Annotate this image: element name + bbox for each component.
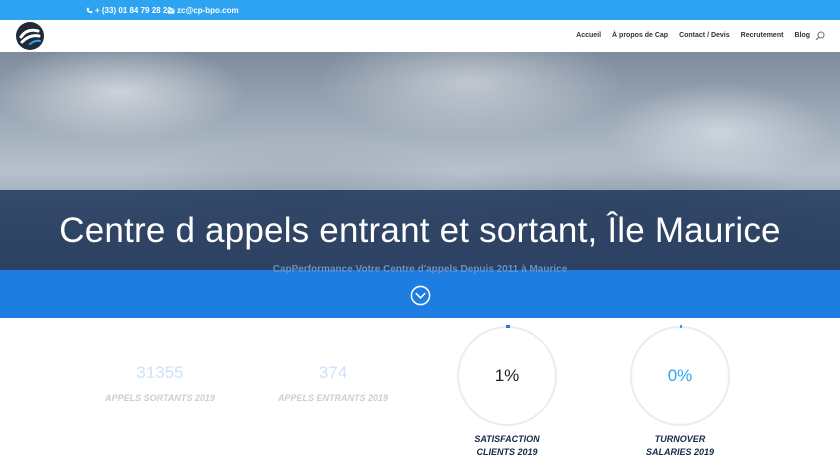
ring-satisfaction: 1% <box>457 325 557 426</box>
phone-icon <box>86 7 93 14</box>
hero-section: Centre d appels entrant et sortant, Île … <box>0 52 840 318</box>
ring-progress-marker <box>506 325 510 328</box>
ring-label-satisfaction: SATISFACTION CLIENTS 2019 <box>447 433 567 459</box>
counter-label: APPELS SORTANTS 2019 <box>105 393 215 403</box>
hero-title: Centre d appels entrant et sortant, Île … <box>59 211 781 250</box>
ring-label-line: SATISFACTION <box>474 434 540 444</box>
ring-label-turnover: TURNOVER SALARIES 2019 <box>620 433 740 459</box>
counter-value: 31355 <box>136 363 184 382</box>
nav-accueil[interactable]: Accueil <box>576 32 601 39</box>
email-address: zc@cp-bpo.com <box>177 6 239 15</box>
top-bar: + (33) 01 84 79 28 20 zc@cp-bpo.com <box>0 0 840 20</box>
counter-label: APPELS ENTRANTS 2019 <box>277 393 389 403</box>
envelope-icon <box>167 7 175 14</box>
ring-value: 0% <box>667 366 693 385</box>
stats-section: 31355 APPELS SORTANTS 2019 374 APPELS EN… <box>0 318 840 460</box>
email-contact[interactable]: zc@cp-bpo.com <box>167 6 239 15</box>
nav-blog[interactable]: Blog <box>794 32 810 39</box>
logo-mark-icon <box>17 23 43 49</box>
ring-label-line: CLIENTS 2019 <box>476 447 538 457</box>
counter-value: 374 <box>318 363 348 382</box>
search-icon[interactable] <box>815 31 825 41</box>
ring-value: 1% <box>494 366 520 385</box>
phone-number: + (33) 01 84 79 28 20 <box>95 6 172 15</box>
nav-recrutement[interactable]: Recrutement <box>741 32 784 39</box>
ring-progress-marker <box>680 325 682 328</box>
counter-appels-entrants: 374 APPELS ENTRANTS 2019 <box>273 363 393 403</box>
ring-turnover: 0% <box>630 325 730 426</box>
ring-label-line: TURNOVER <box>654 434 706 444</box>
main-nav: Accueil À propos de Cap Contact / Devis … <box>576 32 810 39</box>
nav-a-propos[interactable]: À propos de Cap <box>612 32 668 39</box>
ring-label-line: SALARIES 2019 <box>645 447 715 457</box>
counter-appels-sortants: 31355 APPELS SORTANTS 2019 <box>100 363 220 403</box>
phone-contact[interactable]: + (33) 01 84 79 28 20 <box>86 6 172 15</box>
nav-contact-devis[interactable]: Contact / Devis <box>679 32 730 39</box>
site-header: Accueil À propos de Cap Contact / Devis … <box>0 20 840 52</box>
hero-subtitle: CapPerformance Votre Centre d'appels Dep… <box>272 264 568 275</box>
capperformance-logo[interactable] <box>16 22 44 50</box>
chevron-down-circle-icon[interactable] <box>410 285 431 306</box>
